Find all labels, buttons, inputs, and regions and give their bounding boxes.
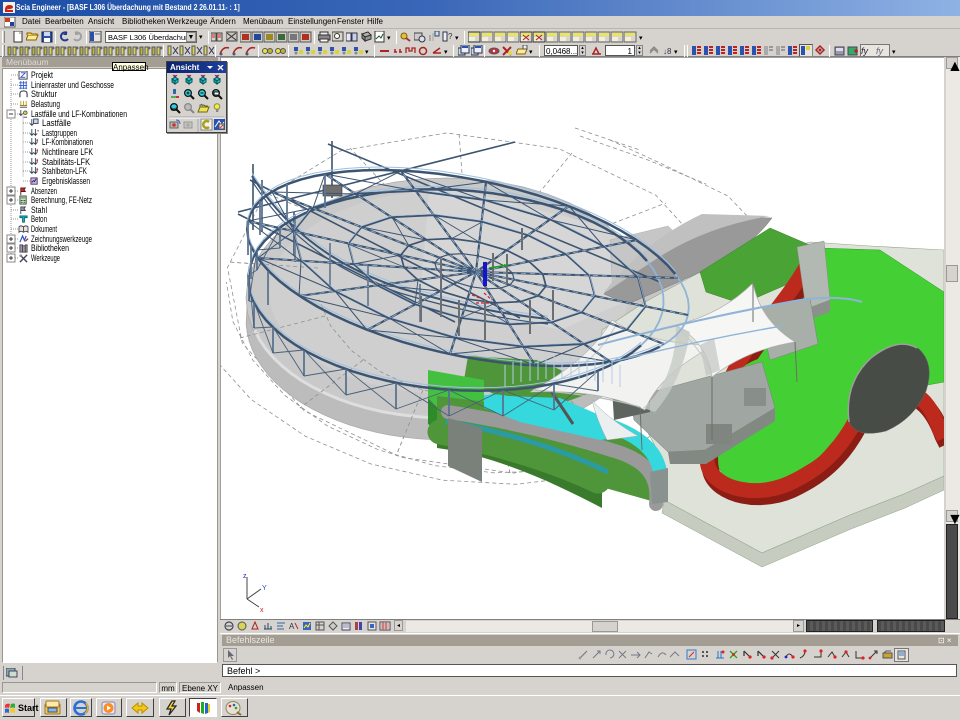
svg-text:Projekt: Projekt	[31, 71, 53, 80]
svg-text:A: A	[289, 622, 295, 631]
svg-text:fy: fy	[861, 46, 869, 56]
svg-text:fy: fy	[876, 46, 884, 56]
svg-text:Bibliotheken: Bibliotheken	[31, 243, 69, 253]
svg-text:Lastfälle: Lastfälle	[42, 118, 71, 128]
svg-text:Dokument: Dokument	[31, 224, 57, 234]
svg-text:Nichtlineare LFK: Nichtlineare LFK	[42, 147, 93, 157]
svg-text:?: ?	[448, 32, 453, 41]
svg-text:z: z	[243, 573, 247, 580]
svg-text:Y: Y	[262, 585, 267, 592]
svg-text:Stahlbeton-LFK: Stahlbeton-LFK	[42, 166, 87, 176]
svg-text:↓8: ↓8	[663, 47, 672, 56]
svg-text:LF-Kombinationen: LF-Kombinationen	[42, 137, 93, 147]
svg-text:Ergebnisklassen: Ergebnisklassen	[42, 176, 90, 186]
svg-text:Belastung: Belastung	[31, 99, 60, 109]
svg-text:Berechnung, FE-Netz: Berechnung, FE-Netz	[31, 195, 92, 205]
svg-text:x: x	[260, 607, 264, 614]
svg-text:Beton: Beton	[31, 214, 47, 224]
svg-text:Struktur: Struktur	[31, 89, 57, 99]
svg-text:Werkzeuge: Werkzeuge	[31, 253, 60, 263]
